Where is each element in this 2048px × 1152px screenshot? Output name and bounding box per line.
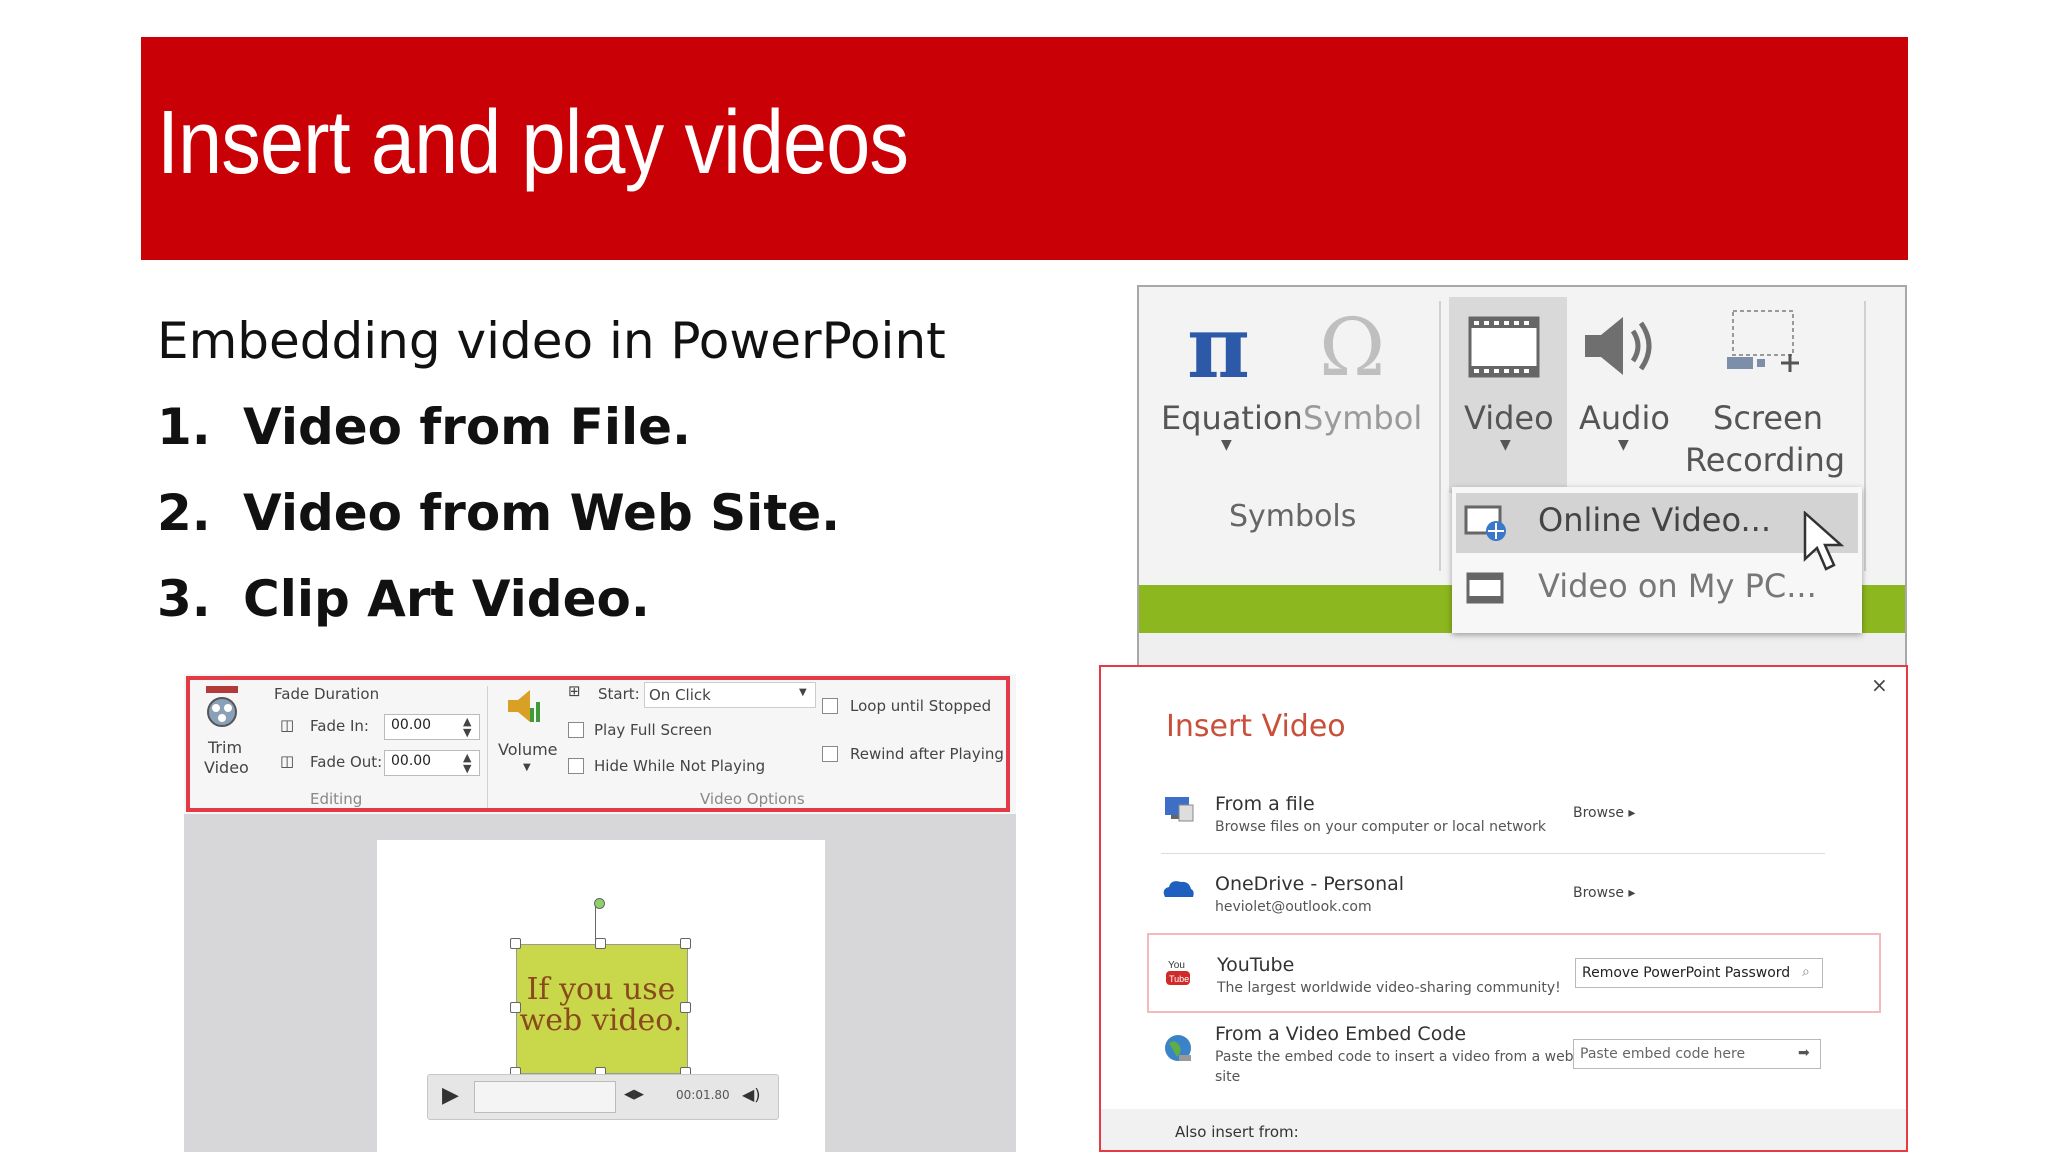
symbol-button[interactable]: Symbol (1303, 399, 1422, 437)
player-time: 00:01.80 (676, 1088, 730, 1102)
resize-handle[interactable] (680, 1002, 691, 1013)
video-caption-line1: If you use (526, 972, 676, 1007)
skip-back-icon[interactable]: ◀▶ (624, 1087, 644, 1102)
list-label: Video from File. (243, 398, 692, 456)
video-caption-line2: web video. (519, 1003, 683, 1038)
browse-link[interactable]: Browse ▸ (1573, 805, 1635, 821)
computer-icon (1163, 795, 1195, 823)
slide-title: Insert and play videos (157, 93, 909, 193)
list-item: 3. Clip Art Video. (157, 570, 857, 630)
close-icon[interactable]: × (1871, 673, 1888, 697)
resize-handle[interactable] (680, 938, 691, 949)
embed-code-field[interactable]: Paste embed code here ➡ (1573, 1039, 1821, 1069)
youtube-icon: You Tube (1165, 957, 1191, 987)
group-separator (1439, 301, 1441, 571)
youtube-search-value: Remove PowerPoint Password (1582, 965, 1791, 981)
onedrive-icon (1161, 879, 1195, 899)
row-description: Paste the embed code to insert a video f… (1215, 1049, 1574, 1065)
equation-button[interactable]: Equation (1161, 399, 1303, 437)
dialog-footer: Also insert from: (1101, 1109, 1906, 1150)
highlight-outline (186, 676, 1010, 812)
svg-text:Tube: Tube (1169, 974, 1189, 984)
resize-handle[interactable] (595, 938, 606, 949)
progress-track[interactable] (474, 1081, 616, 1113)
list-item: 1. Video from File. (157, 398, 857, 458)
chevron-down-icon: ▼ (1618, 437, 1629, 453)
list-label: Clip Art Video. (243, 570, 650, 628)
rotate-handle-line (595, 904, 596, 942)
row-description: Browse files on your computer or local n… (1215, 819, 1546, 835)
menu-item-online-video[interactable]: Online Video... (1538, 501, 1771, 539)
speaker-icon[interactable]: ◀) (742, 1085, 761, 1104)
group-separator (1864, 301, 1866, 571)
screen-recording-line1[interactable]: Screen (1713, 399, 1823, 437)
pi-icon: π (1187, 297, 1250, 398)
list-number: 3. (157, 570, 211, 628)
resize-handle[interactable] (510, 938, 521, 949)
row-title: YouTube (1217, 954, 1295, 976)
browse-label: Browse (1573, 885, 1624, 901)
screen-record-icon (1725, 307, 1807, 379)
list-label: Video from Web Site. (243, 484, 841, 542)
row-divider (1161, 853, 1825, 854)
arrow-right-icon[interactable]: ➡ (1798, 1045, 1810, 1061)
row-title: From a Video Embed Code (1215, 1023, 1467, 1045)
globe-icon (1163, 1033, 1195, 1065)
resize-handle[interactable] (510, 1002, 521, 1013)
also-insert-from-label: Also insert from: (1175, 1123, 1299, 1141)
video-button[interactable]: Video (1464, 399, 1554, 437)
video-caption: If you use web video. (516, 974, 686, 1036)
row-title: From a file (1215, 793, 1315, 815)
list-number: 1. (157, 398, 211, 456)
online-video-icon (1464, 503, 1508, 543)
media-player-bar: ▶ ◀▶ 00:01.80 ◀) (427, 1074, 779, 1120)
embed-code-placeholder: Paste embed code here (1580, 1046, 1746, 1062)
film-small-icon (1466, 571, 1506, 607)
browse-label: Browse (1573, 805, 1624, 821)
svg-text:You: You (1168, 960, 1185, 971)
slide-subtitle: Embedding video in PowerPoint (157, 312, 946, 370)
rotate-handle[interactable] (594, 898, 605, 909)
row-title: OneDrive - Personal (1215, 873, 1405, 895)
video-dropdown-menu: Online Video... Video on My PC... (1452, 487, 1862, 633)
group-label-symbols: Symbols (1229, 499, 1357, 534)
search-icon[interactable]: ⌕ (1802, 964, 1810, 980)
row-description: The largest worldwide video-sharing comm… (1217, 980, 1561, 996)
audio-button[interactable]: Audio (1579, 399, 1670, 437)
chevron-down-icon: ▼ (1221, 437, 1232, 453)
speaker-icon (1581, 311, 1661, 381)
list-item: 2. Video from Web Site. (157, 484, 857, 544)
browse-link[interactable]: Browse ▸ (1573, 885, 1635, 901)
film-icon (1468, 316, 1540, 378)
youtube-search-field[interactable]: Remove PowerPoint Password ⌕ (1575, 958, 1823, 988)
row-description: heviolet@outlook.com (1215, 899, 1372, 915)
insert-video-dialog: × Insert Video From a file Browse files … (1099, 665, 1908, 1152)
play-icon[interactable]: ▶ (442, 1083, 459, 1108)
chevron-down-icon: ▼ (1500, 437, 1511, 453)
dialog-title: Insert Video (1166, 709, 1346, 744)
insert-ribbon-screenshot: π Equation ▼ Ω Symbol Video ▼ Audio ▼ Sc… (1137, 285, 1907, 670)
screen-recording-line2[interactable]: Recording (1685, 441, 1845, 479)
menu-item-video-on-pc[interactable]: Video on My PC... (1538, 567, 1817, 605)
list-number: 2. (157, 484, 211, 542)
mouse-cursor-icon (1803, 510, 1849, 573)
row-description: site (1215, 1069, 1241, 1085)
video-tools-screenshot: Trim Video Fade Duration ◫ Fade In: 00.0… (184, 674, 1016, 1152)
omega-icon: Ω (1319, 301, 1386, 394)
